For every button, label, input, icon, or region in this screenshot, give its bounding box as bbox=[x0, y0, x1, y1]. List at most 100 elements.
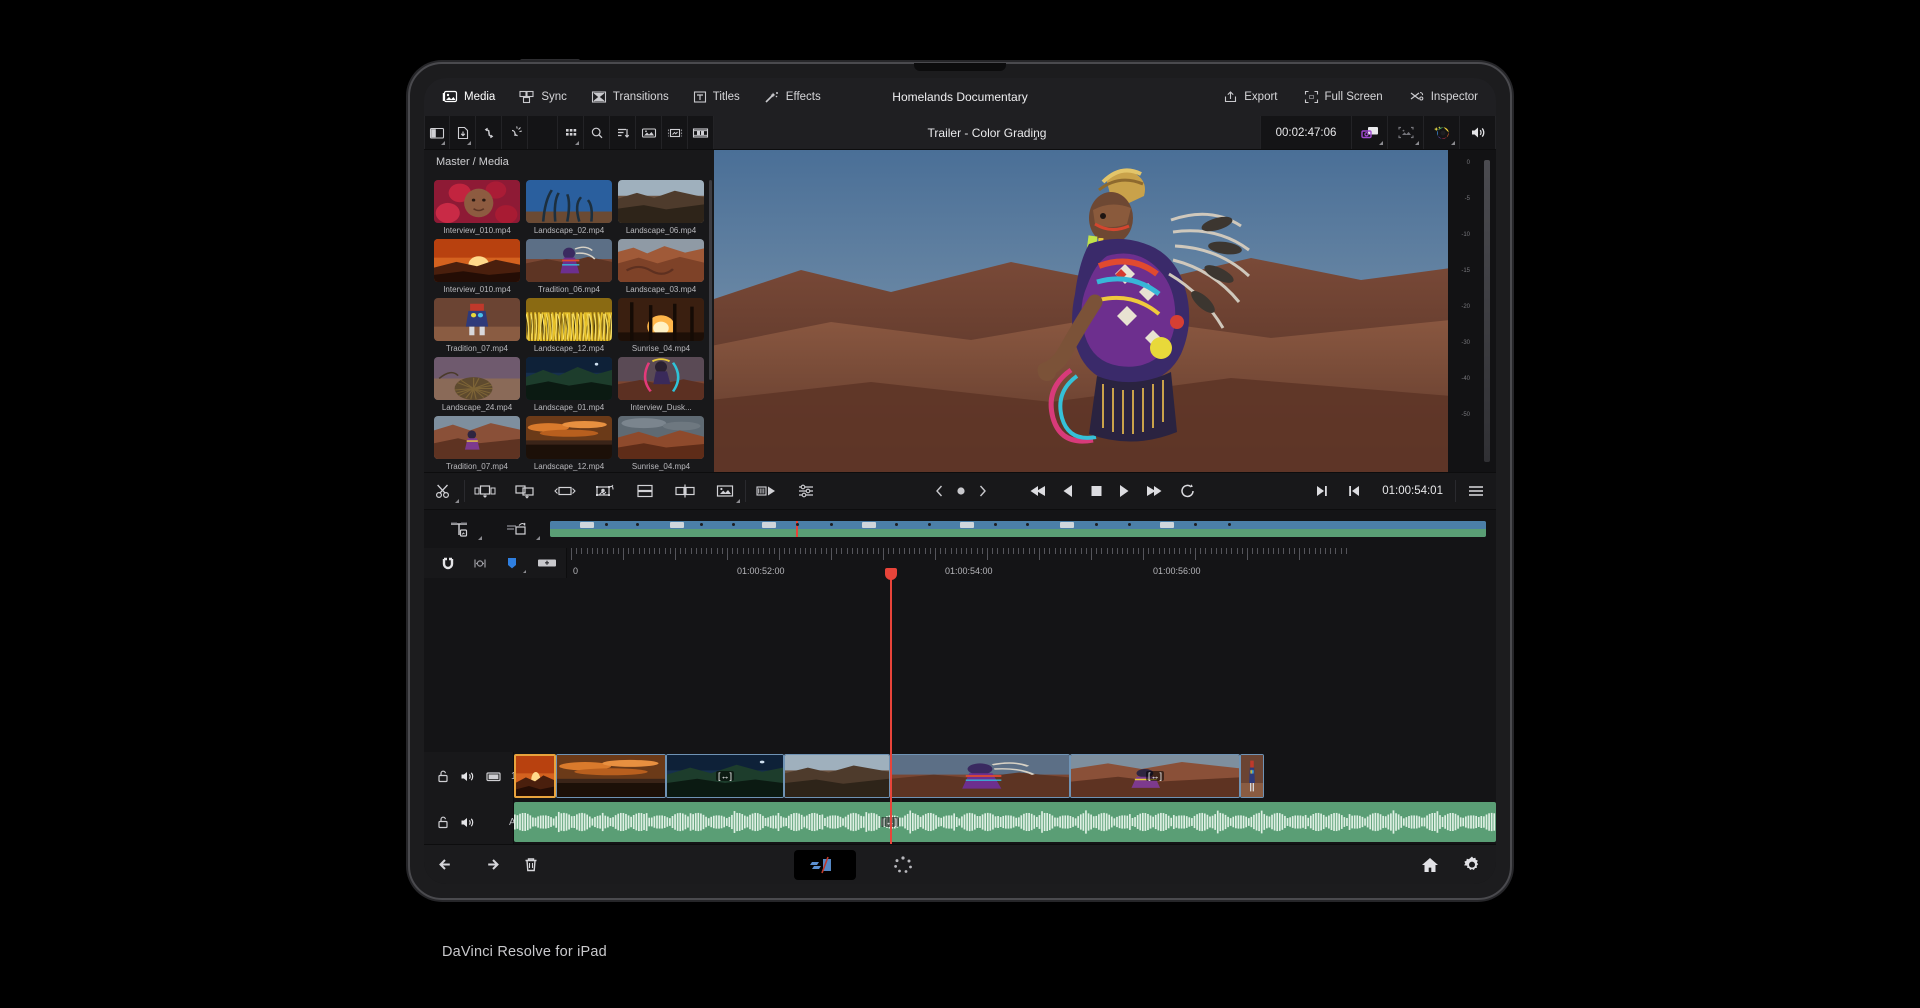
skip-to-start-icon[interactable] bbox=[1027, 483, 1047, 499]
undo-icon[interactable] bbox=[438, 856, 458, 874]
lock-icon[interactable] bbox=[436, 769, 450, 784]
media-clip-thumbnail[interactable] bbox=[618, 298, 704, 341]
mixer-button[interactable] bbox=[786, 473, 826, 509]
menu-item-effects[interactable]: Effects bbox=[760, 87, 825, 107]
cut-page-button[interactable] bbox=[794, 850, 856, 880]
color-page-button[interactable] bbox=[872, 850, 934, 880]
filmstrip-view-button[interactable] bbox=[636, 116, 662, 149]
media-clip-item[interactable]: Landscape_03.mp4 bbox=[618, 239, 704, 294]
snapshot-button[interactable] bbox=[1352, 116, 1388, 149]
media-clip-item[interactable]: Landscape_01.mp4 bbox=[526, 357, 612, 412]
media-clip-thumbnail[interactable] bbox=[434, 239, 520, 282]
link-clips-button[interactable] bbox=[464, 548, 496, 578]
flag-button[interactable] bbox=[528, 548, 566, 578]
ripple-overwrite-button[interactable] bbox=[545, 473, 585, 509]
timeline-video-clip[interactable] bbox=[784, 754, 890, 798]
media-clip-thumbnail[interactable] bbox=[618, 239, 704, 282]
delete-icon[interactable] bbox=[522, 856, 540, 874]
timeline-video-clip[interactable] bbox=[1240, 754, 1264, 798]
overwrite-clip-button[interactable] bbox=[505, 473, 545, 509]
media-clip-item[interactable]: Landscape_24.mp4 bbox=[434, 357, 520, 412]
play-icon[interactable] bbox=[1117, 483, 1131, 499]
export-button[interactable]: Export bbox=[1219, 87, 1281, 107]
media-clip-thumbnail[interactable] bbox=[526, 416, 612, 459]
volume-button[interactable] bbox=[1460, 116, 1496, 149]
video-track-body[interactable]: [↔] [↔] bbox=[514, 752, 1496, 800]
prev-keyframe-icon[interactable] bbox=[935, 484, 944, 498]
menu-item-sync[interactable]: Sync bbox=[515, 87, 571, 107]
timeline-timecode[interactable]: 01:00:54:01 bbox=[1370, 473, 1455, 509]
video-viewer[interactable] bbox=[714, 150, 1448, 472]
insert-clip-button[interactable] bbox=[465, 473, 505, 509]
media-clip-thumbnail[interactable] bbox=[526, 180, 612, 223]
media-clip-thumbnail[interactable] bbox=[434, 180, 520, 223]
source-view-button[interactable] bbox=[662, 116, 688, 149]
redo-icon[interactable] bbox=[480, 856, 500, 874]
viewer-timecode[interactable]: 00:02:47:06 bbox=[1260, 116, 1352, 149]
timeline-video-clip[interactable] bbox=[890, 754, 1070, 798]
media-clip-item[interactable]: Landscape_02.mp4 bbox=[526, 180, 612, 235]
media-clip-item[interactable]: Sunrise_04.mp4 bbox=[618, 298, 704, 353]
add-keyframe-icon[interactable] bbox=[954, 484, 968, 498]
timeline-menu-button[interactable] bbox=[1456, 473, 1496, 509]
split-clip-button[interactable] bbox=[665, 473, 705, 509]
menu-item-titles[interactable]: Titles bbox=[689, 87, 744, 107]
media-clip-thumbnail[interactable] bbox=[618, 180, 704, 223]
breadcrumb[interactable]: Master / Media bbox=[424, 150, 714, 174]
search-button[interactable] bbox=[584, 116, 610, 149]
media-clip-thumbnail[interactable] bbox=[618, 416, 704, 459]
grid-view-button[interactable] bbox=[558, 116, 584, 149]
timeline-minimap[interactable] bbox=[550, 521, 1486, 537]
media-clip-item[interactable]: Interview_010.mp4 bbox=[434, 180, 520, 235]
timeline-video-clip[interactable] bbox=[514, 754, 556, 798]
media-clip-item[interactable]: Landscape_06.mp4 bbox=[618, 180, 704, 235]
timeline-video-clip[interactable]: [↔] bbox=[1070, 754, 1240, 798]
media-clip-thumbnail[interactable] bbox=[526, 357, 612, 400]
media-scrollbar[interactable] bbox=[709, 180, 712, 380]
freeze-frame-button[interactable] bbox=[705, 473, 745, 509]
sync-clips-button[interactable] bbox=[476, 116, 502, 149]
media-clip-item[interactable]: Landscape_12.mp4 bbox=[526, 416, 612, 471]
media-clip-item[interactable]: Interview_010.mp4 bbox=[434, 239, 520, 294]
timeline-view-button[interactable] bbox=[688, 116, 714, 149]
media-clip-thumbnail[interactable] bbox=[618, 357, 704, 400]
menu-item-media[interactable]: Media bbox=[438, 87, 499, 107]
media-clip-thumbnail[interactable] bbox=[434, 357, 520, 400]
media-thumbnail-grid[interactable]: Interview_010.mp4Landscape_02.mp4Landsca… bbox=[424, 174, 714, 472]
stabilize-button[interactable] bbox=[1388, 116, 1424, 149]
render-cache-button[interactable] bbox=[746, 473, 786, 509]
empty-track-area[interactable] bbox=[424, 578, 1496, 752]
video-monitor-icon[interactable] bbox=[485, 769, 502, 784]
play-reverse-icon[interactable] bbox=[1061, 483, 1075, 499]
playhead-handle[interactable] bbox=[885, 568, 897, 580]
timeline-video-clip[interactable]: [↔] bbox=[666, 754, 784, 798]
media-clip-item[interactable]: Interview_Dusk... bbox=[618, 357, 704, 412]
place-on-top-button[interactable] bbox=[625, 473, 665, 509]
mute-icon[interactable] bbox=[459, 815, 476, 830]
lock-icon[interactable] bbox=[436, 815, 450, 830]
settings-icon[interactable] bbox=[1462, 855, 1482, 875]
loop-icon[interactable] bbox=[1179, 483, 1197, 499]
transition-tool-button[interactable] bbox=[488, 510, 546, 548]
media-clip-item[interactable]: Tradition_07.mp4 bbox=[434, 416, 520, 471]
title-tool-button[interactable] bbox=[430, 510, 488, 548]
home-icon[interactable] bbox=[1420, 856, 1440, 874]
mute-icon[interactable] bbox=[459, 769, 476, 784]
mark-out-icon[interactable] bbox=[1306, 473, 1338, 509]
panel-toggle-button[interactable] bbox=[424, 116, 450, 149]
media-clip-item[interactable]: Tradition_06.mp4 bbox=[526, 239, 612, 294]
viewer-title-bar[interactable]: Trailer - Color Grading bbox=[714, 116, 1260, 149]
media-clip-thumbnail[interactable] bbox=[434, 416, 520, 459]
timeline-video-clip[interactable] bbox=[556, 754, 666, 798]
inspector-button[interactable]: Inspector bbox=[1405, 87, 1482, 107]
media-clip-thumbnail[interactable] bbox=[526, 298, 612, 341]
unlink-button[interactable] bbox=[502, 116, 528, 149]
snapping-button[interactable] bbox=[432, 548, 464, 578]
media-clip-item[interactable]: Tradition_07.mp4 bbox=[434, 298, 520, 353]
audio-clip[interactable]: [↔] bbox=[514, 802, 1496, 842]
mark-in-icon[interactable] bbox=[1338, 473, 1370, 509]
media-clip-thumbnail[interactable] bbox=[526, 239, 612, 282]
marker-button[interactable] bbox=[496, 548, 528, 578]
menu-item-transitions[interactable]: Transitions bbox=[587, 87, 673, 107]
next-keyframe-icon[interactable] bbox=[978, 484, 987, 498]
